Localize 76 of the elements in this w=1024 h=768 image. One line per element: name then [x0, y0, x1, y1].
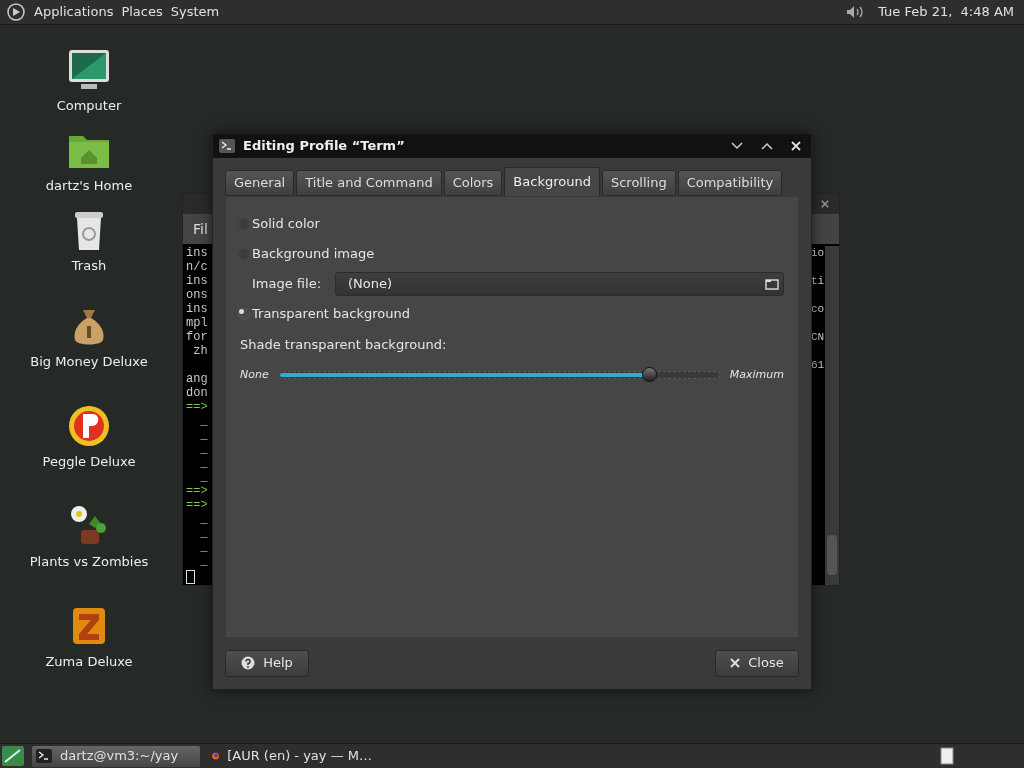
close-icon [730, 658, 741, 668]
terminal-line: co [811, 302, 825, 316]
show-desktop-icon[interactable] [2, 746, 24, 766]
panel-menu[interactable]: Applications [34, 2, 114, 22]
help-button[interactable]: Help [225, 649, 309, 677]
close-button[interactable]: Close [715, 649, 799, 677]
scrollbar[interactable] [825, 246, 839, 585]
radio-label[interactable]: Solid color [252, 214, 320, 234]
terminal-line: _ [199, 414, 208, 428]
tab[interactable]: Title and Command [296, 170, 442, 196]
slider-label: Shade transparent background: [240, 336, 448, 354]
terminal-line: _ [199, 512, 208, 526]
desktop-icon-label[interactable]: Peggle Deluxe [42, 452, 136, 472]
tab[interactable]: Colors [443, 170, 503, 196]
desktop-icon-label[interactable]: dartz's Home [45, 176, 133, 196]
terminal-line: io [811, 246, 825, 260]
desktop-icon-label[interactable]: Zuma Deluxe [45, 652, 133, 672]
panel-menu[interactable]: System [170, 2, 220, 22]
menu-item[interactable]: Fil [193, 218, 208, 240]
panel-menu[interactable]: Places [121, 2, 163, 22]
chevron-down-icon[interactable] [731, 142, 743, 150]
volume-icon[interactable] [846, 5, 865, 19]
terminal-line: _ [199, 470, 208, 484]
folder-icon [765, 278, 779, 290]
terminal-line: for [186, 330, 208, 344]
workspace-icon[interactable] [940, 747, 954, 765]
terminal-line: _ [199, 428, 208, 442]
terminal-line: ang [186, 372, 208, 386]
tab[interactable]: Compatibility [677, 170, 783, 196]
taskbar-button[interactable]: [AUR (en) - yay — M… [208, 745, 376, 767]
terminal-line: ==> [186, 484, 208, 498]
terminal-line: ==> [186, 498, 208, 512]
tab[interactable]: Scrolling [601, 170, 676, 196]
terminal-line: 61 [811, 358, 825, 372]
terminal-line: n/c [186, 260, 208, 274]
radio-button[interactable] [238, 308, 250, 320]
slider-min-label: None [240, 366, 269, 383]
slider-thumb[interactable] [641, 366, 657, 382]
terminal-icon [219, 139, 235, 153]
file-chooser-button[interactable]: (None) [335, 272, 784, 296]
tab[interactable]: Background [504, 167, 600, 196]
terminal-line: mpl [186, 316, 208, 330]
terminal-line: ins [186, 246, 208, 260]
taskbar-button[interactable]: dartz@vm3:~/yay [32, 745, 200, 767]
help-icon [241, 656, 256, 670]
terminal-icon [36, 749, 52, 763]
terminal-line: CN [811, 330, 825, 344]
terminal-line: _ [199, 526, 208, 540]
terminal-line: ins [186, 274, 208, 288]
terminal-line: ti [811, 274, 825, 288]
tab[interactable]: General [225, 170, 295, 196]
terminal-line: ons [186, 288, 208, 302]
cursor [186, 570, 195, 584]
desktop-icon-label[interactable]: Computer [56, 96, 122, 116]
field-label: Image file: [252, 275, 322, 294]
computer-icon [67, 48, 111, 92]
radio-label[interactable]: Transparent background [252, 304, 410, 324]
terminal-line: _ [199, 442, 208, 456]
terminal-line: _ [199, 456, 208, 470]
desktop-icon-label[interactable]: Big Money Deluxe [30, 352, 148, 372]
terminal-line: ==> [186, 400, 208, 414]
chevron-up-icon[interactable] [761, 142, 773, 150]
radio-label[interactable]: Background image [252, 244, 375, 264]
window-title: Editing Profile “Term” [243, 137, 405, 156]
slider-max-label: Maximum [729, 366, 784, 383]
terminal-line: _ [199, 554, 208, 568]
slider-track[interactable] [278, 370, 720, 379]
terminal-line: _ [199, 540, 208, 554]
clock[interactable]: Tue Feb 21, 4:48 AM [878, 2, 1014, 22]
ball-icon [67, 404, 111, 448]
desktop-icon-label[interactable]: Trash [71, 256, 107, 276]
terminal-line: don [186, 386, 208, 400]
terminal-line: ins [186, 302, 208, 316]
terminal-line: zh [192, 344, 208, 358]
menu-logo-icon[interactable] [6, 2, 26, 22]
desktop-icon-label[interactable]: Plants vs Zombies [29, 552, 149, 572]
